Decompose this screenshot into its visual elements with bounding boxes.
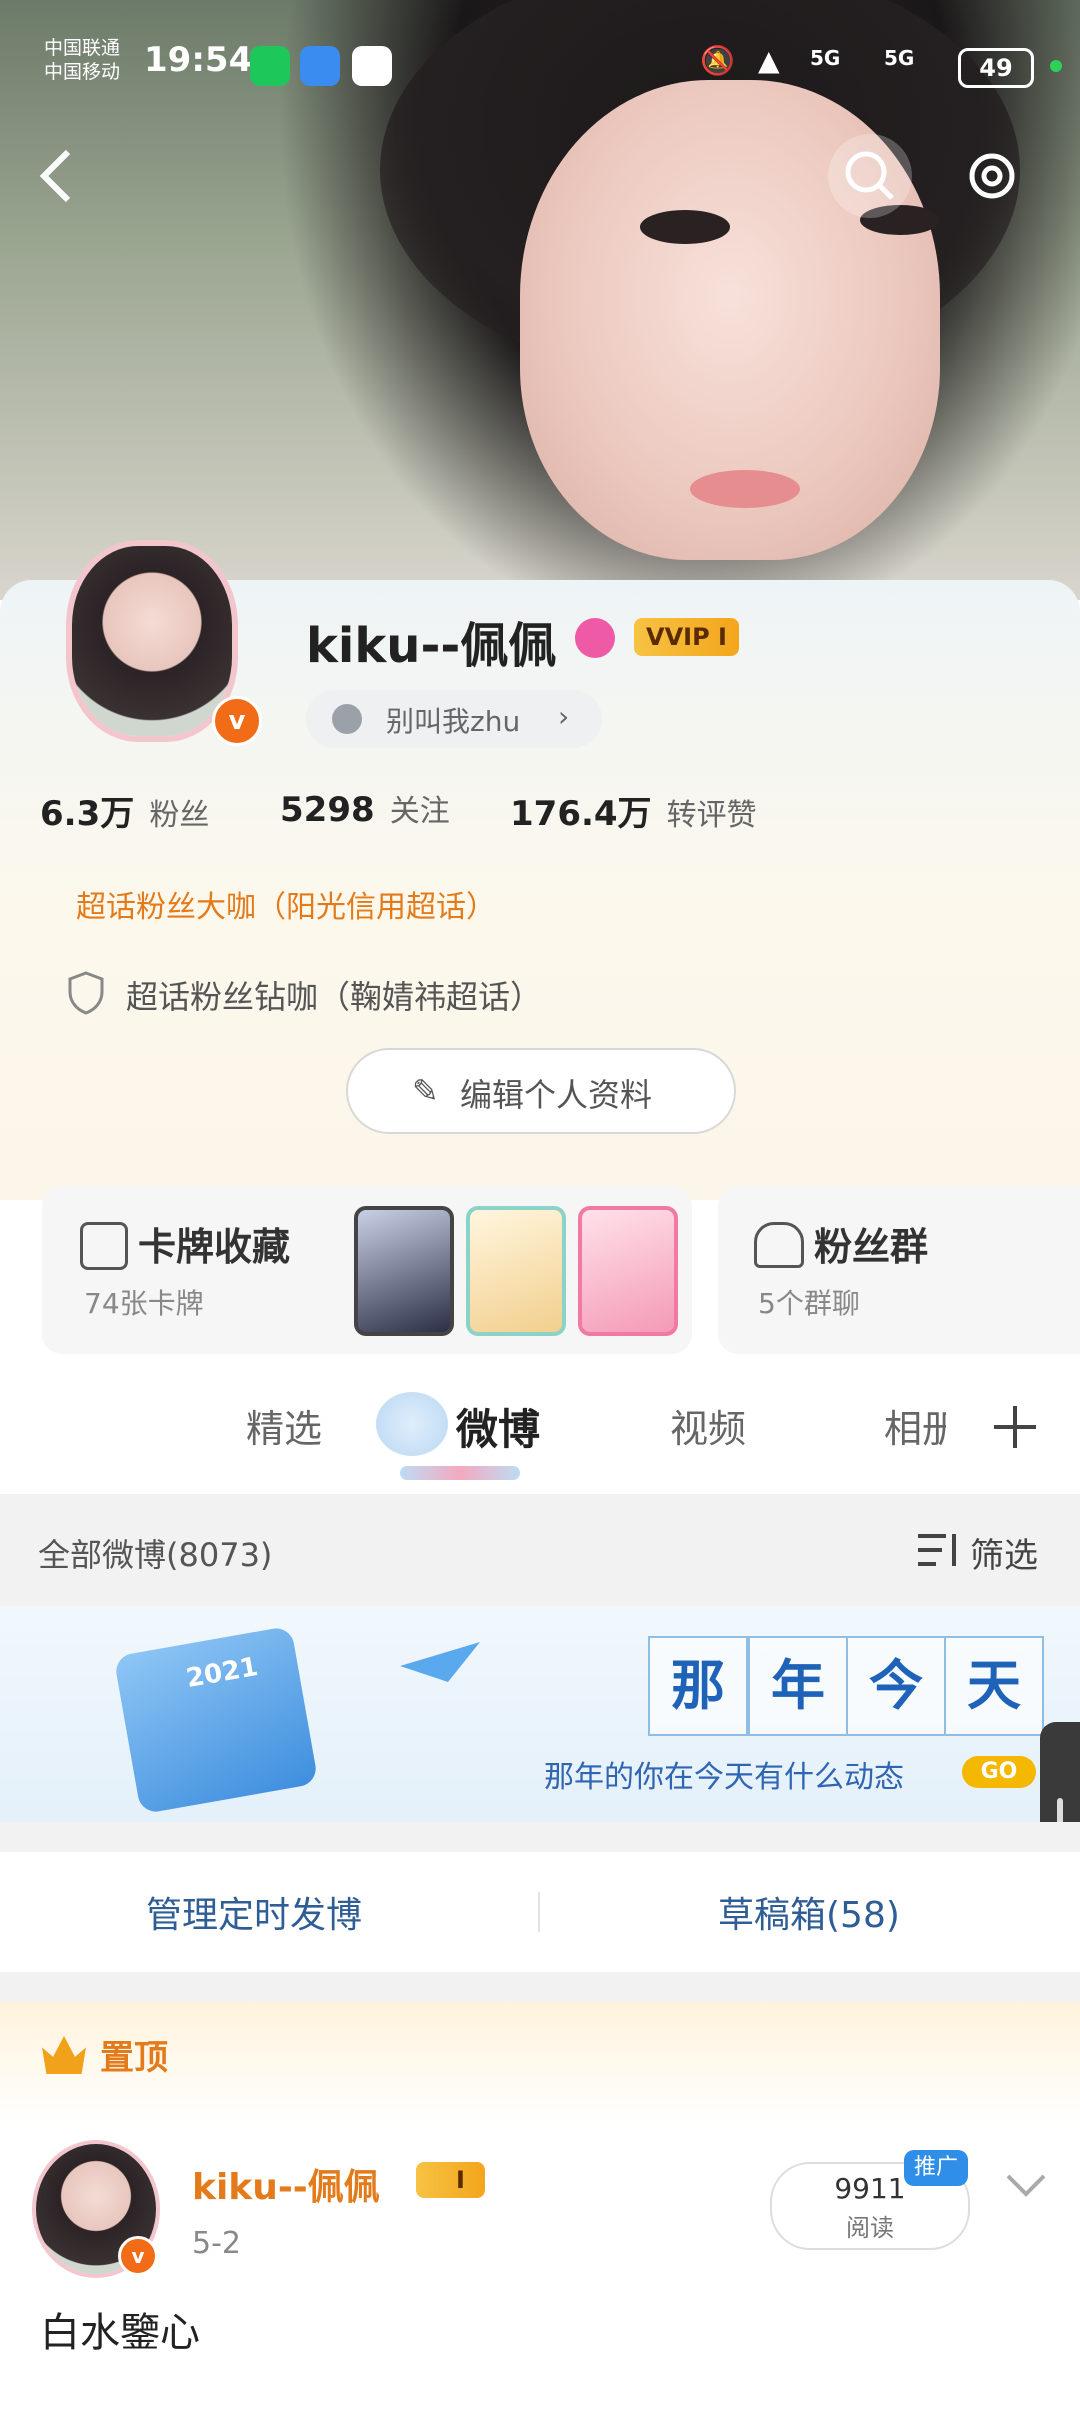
group-icon <box>754 1222 804 1268</box>
card-collection-sub: 74张卡牌 <box>84 1287 204 1320</box>
sad-face-icon <box>332 704 362 734</box>
calendar-icon <box>113 1625 319 1815</box>
pinned-label: 置顶 <box>100 2038 168 2078</box>
super-fan-badge[interactable]: 超话粉丝大咖（阳光信用超话） <box>76 882 496 926</box>
edit-profile-label: 编辑个人资料 <box>460 1076 653 1114</box>
separator <box>0 1972 1080 2002</box>
battery-indicator: 49 <box>958 48 1034 88</box>
female-icon <box>575 618 615 658</box>
profile-cover-image[interactable] <box>0 0 1080 600</box>
weather-icon <box>300 46 340 86</box>
on-this-day-banner[interactable]: 2021 那 年 今 天 那年的你在今天有什么动态 GO <box>0 1606 1080 1822</box>
signal-1: 5G <box>810 46 841 70</box>
avatar[interactable] <box>66 540 238 742</box>
fans-count[interactable]: 6.3万 粉丝 <box>40 786 209 835</box>
subtitle-text: 别叫我zhu <box>386 705 521 738</box>
following-value: 5298 <box>280 790 375 830</box>
vip-badge[interactable]: VVIP I <box>634 618 739 656</box>
tab-weibo[interactable]: 微博 <box>456 1396 540 1457</box>
fan-group-title: 粉丝群 <box>814 1225 929 1269</box>
card-thumbnail <box>578 1206 678 1336</box>
following-label: 关注 <box>389 794 450 829</box>
verified-badge-icon: v <box>212 696 262 746</box>
diamond-fan-badge[interactable]: 超话粉丝钻咖（鞠婧祎超话） <box>126 972 542 1018</box>
read-count-label: 阅读 <box>846 2214 894 2242</box>
profile-name: kiku--佩佩 <box>306 618 557 674</box>
post-text: 白水鑒心 <box>40 2310 200 2356</box>
cover-eye <box>640 210 730 244</box>
banner-char: 今 <box>846 1636 946 1736</box>
edit-profile-button[interactable]: ✎ 编辑个人资料 <box>346 1048 736 1134</box>
clock: 19:54 <box>144 40 253 80</box>
scheduled-post-button[interactable]: 管理定时发博 <box>0 1852 540 1972</box>
gear-icon <box>969 153 1015 199</box>
fans-value: 6.3万 <box>40 794 135 834</box>
charging-dot <box>1050 60 1062 72</box>
fan-group-sub: 5个群聊 <box>758 1287 860 1320</box>
carrier-2: 中国移动 <box>44 61 121 83</box>
banner-subtitle: 那年的你在今天有什么动态 <box>544 1760 904 1795</box>
card-thumbnail <box>354 1206 454 1336</box>
banner-char: 那 <box>648 1636 748 1736</box>
fan-group-panel[interactable]: 粉丝群 5个群聊 <box>718 1186 1080 1354</box>
search-icon <box>845 151 894 200</box>
chevron-down-icon[interactable] <box>1004 2170 1048 2200</box>
back-icon <box>39 149 71 203</box>
promote-badge[interactable]: 推广 <box>904 2150 968 2186</box>
scheduled-post-label: 管理定时发博 <box>146 1895 363 1936</box>
pencil-icon: ✎ <box>412 1072 439 1110</box>
cover-lips <box>690 470 800 508</box>
fans-label: 粉丝 <box>149 798 210 833</box>
signal-2: 5G <box>884 46 915 70</box>
separator <box>0 1822 1080 1852</box>
tab-featured[interactable]: 精选 <box>246 1398 322 1453</box>
tab-album[interactable]: 相册 <box>884 1398 946 1453</box>
banner-char: 年 <box>748 1636 848 1736</box>
all-weibo-label: 全部微博(8073) <box>38 1536 273 1574</box>
card-collection-panel[interactable]: 卡牌收藏 74张卡牌 <box>42 1186 692 1354</box>
vip-small-badge[interactable]: I <box>416 2162 485 2198</box>
tab-album-label: 相册 <box>884 1407 946 1451</box>
go-button[interactable]: GO <box>962 1756 1036 1788</box>
post-date: 5-2 <box>192 2226 241 2261</box>
wechat-icon <box>250 46 290 86</box>
interactions-count[interactable]: 176.4万 转评赞 <box>510 786 757 835</box>
shield-icon <box>66 970 106 1016</box>
filter-button[interactable]: 筛选 <box>970 1528 1038 1577</box>
add-tab-button[interactable] <box>990 1402 1040 1459</box>
card-icon <box>80 1222 128 1270</box>
tab-video[interactable]: 视频 <box>670 1398 746 1453</box>
back-button[interactable] <box>36 146 86 206</box>
settings-button[interactable] <box>950 134 1034 218</box>
search-button[interactable] <box>828 134 912 218</box>
carrier-1: 中国联通 <box>44 37 121 59</box>
card-thumbnail <box>466 1206 566 1336</box>
paper-plane-icon <box>400 1642 480 1682</box>
carrier-labels: 中国联通 中国移动 <box>44 36 120 84</box>
post-author-name[interactable]: kiku--佩佩 <box>192 2158 380 2210</box>
chevron-right-icon: › <box>558 700 570 733</box>
drafts-button[interactable]: 草稿箱(58) <box>540 1852 1080 1972</box>
avatar-image <box>72 546 232 736</box>
wifi-icon: ▲ <box>758 44 780 77</box>
mute-icon: 🔕 <box>700 44 735 77</box>
card-collection-title: 卡牌收藏 <box>138 1225 291 1269</box>
plus-icon <box>994 1406 1036 1448</box>
following-count[interactable]: 5298 关注 <box>280 786 450 830</box>
interactions-label: 转评赞 <box>666 798 757 833</box>
banner-char: 天 <box>944 1636 1044 1736</box>
drafts-label: 草稿箱(58) <box>718 1895 900 1936</box>
subtitle-pill[interactable]: 别叫我zhu › <box>306 690 602 748</box>
mobile-app-icon <box>352 46 392 86</box>
interactions-value: 176.4万 <box>510 794 652 834</box>
tab-decoration-icon <box>376 1392 448 1456</box>
verified-badge-icon: v <box>118 2236 158 2276</box>
active-tab-indicator <box>400 1466 520 1480</box>
filter-icon <box>914 1528 964 1572</box>
